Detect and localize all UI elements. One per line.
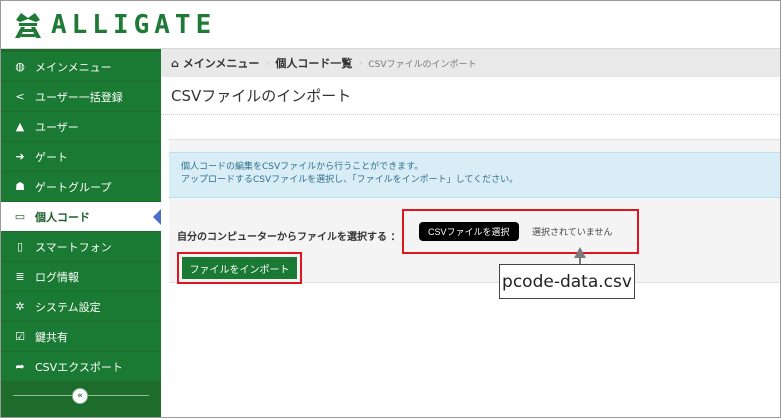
sidebar-nav: ◍ メインメニュー < ユーザー一括登録 ▲ ユーザー ➜ ゲート ☗ ゲートグ… [1, 49, 161, 417]
cog-icon: ✲ [15, 300, 25, 313]
breadcrumb-separator: › [265, 57, 270, 69]
sidebar-item-label: メインメニュー [35, 60, 112, 74]
filename-callout: pcode-data.csv [499, 264, 635, 299]
file-input-highlight: CSVファイルを選択 選択されていません [402, 209, 639, 254]
breadcrumb: ⌂ メインメニュー › 個人コード一覧 › CSVファイルのインポート [161, 49, 780, 77]
breadcrumb-home[interactable]: ⌂ メインメニュー [171, 55, 259, 71]
sidebar-item-label: ゲート [35, 150, 68, 164]
import-button-highlight: ファイルをインポート [177, 252, 302, 284]
info-alert: 個人コードの編集をCSVファイルから行うことができます。 アップロードするCSV… [169, 152, 780, 198]
sidebar-item-system-settings[interactable]: ✲ システム設定 [1, 292, 161, 321]
sidebar-item-smartphone[interactable]: ▯ スマートフォン [1, 232, 161, 261]
sidebar-item-label: 個人コード [35, 210, 90, 224]
sidebar-item-main-menu[interactable]: ◍ メインメニュー [1, 52, 161, 81]
top-header: ALLIGATE [1, 1, 780, 49]
sidebar-item-users[interactable]: ▲ ユーザー [1, 112, 161, 141]
dashboard-icon: ◍ [15, 60, 25, 73]
sidebar-item-label: CSVエクスポート [35, 360, 123, 374]
brand-name: ALLIGATE [51, 10, 217, 40]
breadcrumb-separator: › [358, 57, 363, 69]
sidebar-item-gate-groups[interactable]: ☗ ゲートグループ [1, 172, 161, 201]
phone-icon: ▯ [16, 240, 24, 253]
sidebar-collapse-row: « [1, 383, 161, 409]
sidebar-item-bulk-user-registration[interactable]: < ユーザー一括登録 [1, 82, 161, 111]
file-select-label: 自分のコンピューターからファイルを選択する ： [177, 232, 401, 243]
app-window: ALLIGATE ◍ メインメニュー < ユーザー一括登録 ▲ ユーザー ➜ ゲ… [0, 0, 781, 418]
sidebar-item-label: ログ情報 [35, 270, 79, 284]
file-status-text: 選択されていません [532, 228, 613, 238]
check-square-icon: ☑ [15, 330, 25, 343]
sidebar-item-csv-export[interactable]: ➦ CSVエクスポート [1, 352, 161, 381]
user-icon: ▲ [15, 120, 25, 133]
brand-logo[interactable]: ALLIGATE [11, 8, 216, 42]
sidebar-item-gates[interactable]: ➜ ゲート [1, 142, 161, 171]
page-title: CSVファイルのインポート [161, 77, 780, 115]
home-icon: ⌂ [171, 57, 179, 70]
alligator-logo-icon [15, 13, 41, 38]
collapse-sidebar-icon[interactable]: « [72, 388, 88, 404]
import-file-button[interactable]: ファイルをインポート [182, 257, 297, 279]
breadcrumb-current: CSVファイルのインポート [368, 59, 477, 70]
main-content: ⌂ メインメニュー › 個人コード一覧 › CSVファイルのインポート CSVフ… [161, 49, 780, 417]
sidebar-item-label: ゲートグループ [35, 180, 112, 194]
share-icon: < [15, 90, 25, 103]
sidebar-item-label: ユーザー [35, 120, 79, 134]
breadcrumb-personal-code-list[interactable]: 個人コード一覧 [275, 55, 352, 71]
sidebar-item-label: システム設定 [35, 300, 101, 314]
export-arrow-icon: ➦ [15, 360, 25, 373]
sidebar-item-label: スマートフォン [35, 240, 112, 254]
sidebar-item-label: ユーザー一括登録 [35, 90, 123, 104]
card-icon: ▭ [14, 210, 26, 223]
breadcrumb-home-label: メインメニュー [182, 57, 260, 70]
sidebar-item-key-sharing[interactable]: ☑ 鍵共有 [1, 322, 161, 351]
sidebar-item-personal-code[interactable]: ▭ 個人コード [1, 202, 161, 231]
list-icon: ≣ [15, 270, 25, 283]
group-icon: ☗ [15, 180, 25, 193]
import-panel: 個人コードの編集をCSVファイルから行うことができます。 アップロードするCSV… [169, 139, 780, 284]
sign-in-icon: ➜ [15, 150, 25, 163]
sidebar-item-logs[interactable]: ≣ ログ情報 [1, 262, 161, 291]
info-text-line-1: 個人コードの編集をCSVファイルから行うことができます。 [181, 162, 424, 172]
choose-csv-file-button[interactable]: CSVファイルを選択 [419, 222, 519, 241]
sidebar-item-label: 鍵共有 [35, 330, 68, 344]
info-text-line-2: アップロードするCSVファイルを選択し、「ファイルをインポート」してください。 [181, 175, 519, 185]
